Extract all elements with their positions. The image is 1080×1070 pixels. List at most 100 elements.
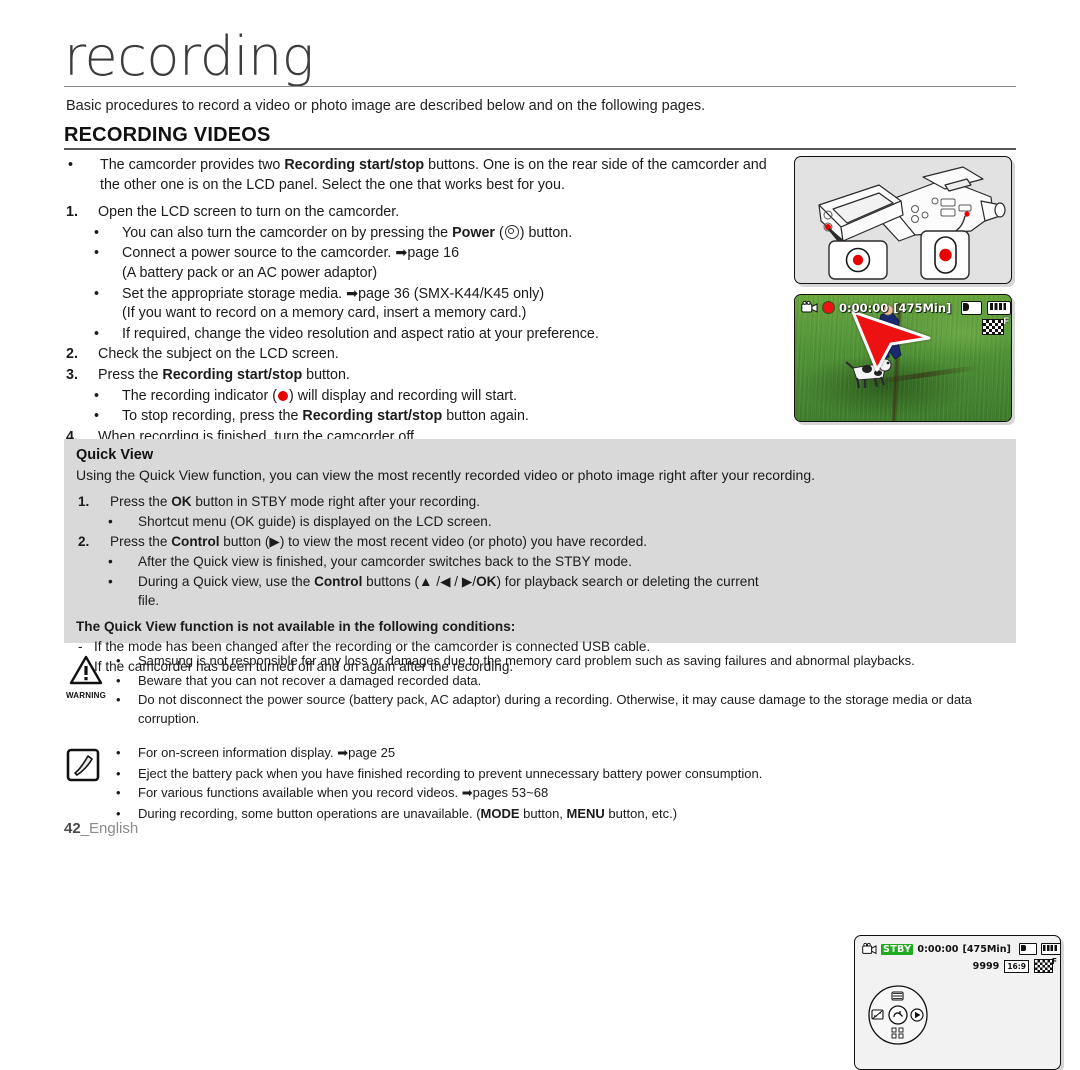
dash-icon: - xyxy=(78,639,83,654)
list-item: • If required, change the video resoluti… xyxy=(64,325,782,345)
bullet-icon: • xyxy=(116,785,121,801)
list-item: • During recording, some button operatio… xyxy=(110,805,1016,824)
step-text: Open the LCD screen to turn on the camco… xyxy=(98,204,400,221)
text-fragment-bold: MENU xyxy=(566,805,605,821)
text-fragment: Press the xyxy=(98,366,163,383)
arrow-right-icon: ➡ xyxy=(337,746,349,761)
bullet-icon: • xyxy=(94,387,100,404)
text-fragment: To stop recording, press the xyxy=(122,408,303,425)
quality-checker-icon xyxy=(982,319,1004,335)
memory-card-icon xyxy=(1018,943,1037,955)
list-item-text: Do not disconnect the power source (batt… xyxy=(138,692,972,726)
text-fragment: button again. xyxy=(442,408,529,425)
bullet-icon: • xyxy=(116,745,121,760)
text-fragment: Press the xyxy=(110,494,172,509)
video-mode-icon xyxy=(801,301,818,313)
stby-status-row: STBY 0:00:00 [475Min] xyxy=(862,943,1060,955)
stby-mode-badge: STBY xyxy=(881,943,914,955)
lcd-timecode: 0:00:00 xyxy=(839,300,889,315)
text-fragment: During recording, some button operations… xyxy=(138,805,481,821)
stby-remaining-time: [475Min] xyxy=(962,943,1011,955)
quality-checker-icon: F xyxy=(1034,957,1057,973)
step-text: Check the subject on the LCD screen. xyxy=(98,346,339,363)
list-item-text: During recording, some button operations… xyxy=(138,805,1016,824)
bullet-icon: • xyxy=(116,672,121,688)
bullet-icon: • xyxy=(116,765,121,781)
text-fragment-bold: Recording start/stop xyxy=(284,157,425,173)
text-fragment: ) will display and recording will start. xyxy=(288,387,518,404)
bullet-icon: • xyxy=(108,554,113,569)
photo-counter: 9999 xyxy=(972,960,1000,972)
ok-button-icon xyxy=(888,1005,908,1025)
footer-language: _English xyxy=(80,820,139,837)
figure-stby-screen: STBY 0:00:00 [475Min] 9999 16:9 F xyxy=(854,935,1061,1070)
step-number: 2. xyxy=(78,534,90,549)
section-title: RECORDING VIDEOS xyxy=(64,124,271,146)
page-footer: 42_English xyxy=(64,820,138,837)
list-item-text: Set the appropriate storage media. ➡page… xyxy=(122,285,782,324)
text-fragment: Set the appropriate storage media. xyxy=(122,285,347,302)
bullet-icon: • xyxy=(94,325,100,342)
list-item: • Eject the battery pack when you have f… xyxy=(110,765,1016,784)
list-item: • For various functions available when y… xyxy=(110,784,1016,804)
battery-icon xyxy=(987,300,1011,315)
control-wheel-diagram xyxy=(868,985,928,1045)
procedure-list: • The camcorder provides two Recording s… xyxy=(64,156,782,448)
list-item-text: You can also turn the camcorder on by pr… xyxy=(122,224,782,244)
text-fragment: ( xyxy=(495,224,504,241)
bullet-icon: • xyxy=(116,653,121,668)
text-fragment: The camcorder provides two xyxy=(100,157,285,173)
list-item-text: During a Quick view, use the Control but… xyxy=(138,572,776,610)
text-fragment: During a Quick view, use the xyxy=(138,574,315,589)
step-number: 3. xyxy=(66,366,78,383)
warning-triangle-icon xyxy=(69,655,103,685)
list-item: • Connect a power source to the camcorde… xyxy=(64,244,782,283)
lcd-remaining-time: [475Min] xyxy=(893,300,952,315)
video-mode-icon xyxy=(862,943,877,955)
step-text: Press the OK button in STBY mode right a… xyxy=(110,492,776,511)
list-item-text: Samsung is not responsible for any loss … xyxy=(138,653,915,668)
page-ref: pages 53~68 xyxy=(472,785,549,801)
memory-card-icon xyxy=(961,300,983,315)
page-ref: page 25 xyxy=(348,745,396,760)
text-fragment-bold: Recording start/stop xyxy=(302,408,443,425)
step-number: 1. xyxy=(78,494,90,509)
quick-view-panel: Quick View Using the Quick View function… xyxy=(64,439,1061,1070)
bullet-icon: • xyxy=(94,224,100,241)
list-item: 1. Open the LCD screen to turn on the ca… xyxy=(64,203,782,223)
arrow-right-icon: ➡ xyxy=(395,245,408,262)
bullet-icon: • xyxy=(68,157,74,173)
step-text: Press the Recording start/stop button. xyxy=(98,366,782,386)
step-text: Press the Control button (▶) to view the… xyxy=(110,532,776,551)
figure-lcd-preview: 0:00:00 [475Min] F xyxy=(794,294,1012,422)
list-item: • Samsung is not responsible for any los… xyxy=(110,652,1016,671)
text-fragment-bold: OK xyxy=(171,494,192,509)
pointer-arrow-icon xyxy=(851,310,931,372)
record-indicator-icon xyxy=(823,302,834,313)
camcorder-illustration xyxy=(818,166,1006,280)
list-item-text: To stop recording, press the Recording s… xyxy=(122,407,782,427)
text-fragment-bold: Control xyxy=(314,574,363,589)
quick-view-subtitle: Using the Quick View function, you can v… xyxy=(76,467,816,483)
record-dot-icon xyxy=(277,390,288,401)
intro-text: Basic procedures to record a video or ph… xyxy=(66,98,706,114)
figure-camcorder xyxy=(794,156,1012,284)
note-pencil-icon xyxy=(66,748,100,782)
text-fragment-bold: OK xyxy=(476,574,497,589)
warning-icon-group: WARNING xyxy=(62,655,110,700)
step-number: 1. xyxy=(66,204,78,221)
text-fragment: button, etc.) xyxy=(604,805,678,821)
title-divider xyxy=(64,86,1016,87)
bullet-icon: • xyxy=(108,514,113,529)
text-fragment-bold: MODE xyxy=(480,805,520,821)
text-fragment: button, xyxy=(519,805,567,821)
list-item-text: Eject the battery pack when you have fin… xyxy=(138,765,763,781)
manual-page: recording Basic procedures to record a v… xyxy=(0,0,1080,1070)
list-item-text: The recording indicator () will display … xyxy=(122,387,782,407)
list-item-text: Shortcut menu (OK guide) is displayed on… xyxy=(138,514,492,529)
list-item: • Set the appropriate storage media. ➡pa… xyxy=(64,285,782,324)
bullet-icon: • xyxy=(94,408,100,425)
text-fragment: buttons (▲ /◀ / ▶/ xyxy=(362,574,477,589)
list-item-subline: (If you want to record on a memory card,… xyxy=(122,305,527,322)
quick-view-title: Quick View xyxy=(76,447,154,463)
